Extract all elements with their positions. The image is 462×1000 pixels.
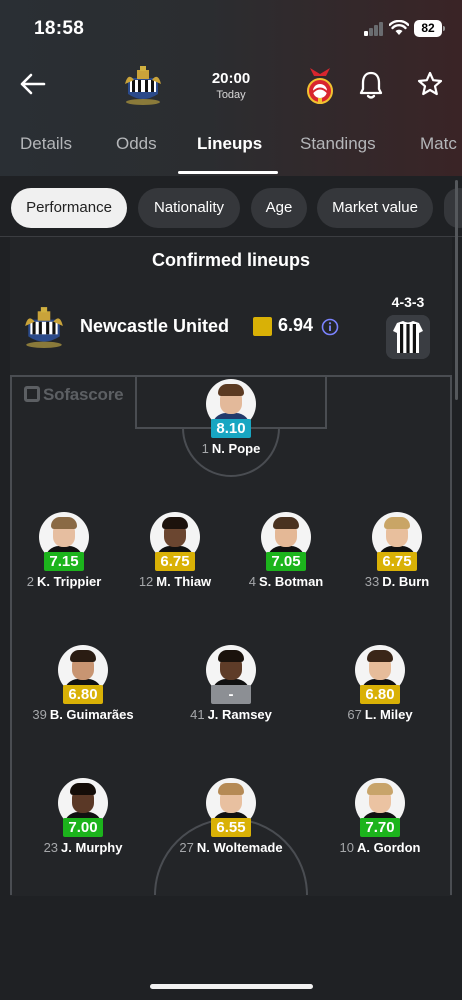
match-day-label: Today [216, 89, 246, 101]
team-rating-swatch [253, 317, 272, 336]
status-time: 18:58 [34, 18, 85, 39]
player-card[interactable]: 6.80 67 L. Miley [325, 645, 435, 729]
player-card[interactable]: 6.55 27 N. Woltemade [176, 778, 286, 862]
back-arrow-icon[interactable] [18, 70, 46, 98]
chip-performance[interactable]: Performance [11, 188, 127, 228]
formation-label: 4-3-3 [391, 294, 425, 310]
away-team-crest-icon[interactable] [302, 64, 338, 106]
player-rating: 6.75 [155, 552, 195, 571]
chip-nationality[interactable]: Nationality [138, 188, 240, 228]
team-average-rating: 6.94 [278, 315, 314, 335]
info-icon[interactable] [321, 318, 339, 336]
match-kickoff-time: 20:00 [211, 70, 251, 87]
player-rating: 7.15 [44, 552, 84, 571]
player-rating: 7.00 [63, 818, 103, 837]
tab-standings[interactable]: Standings [300, 134, 376, 154]
player-name: 23 J. Murphy [43, 840, 123, 855]
player-rating: 6.80 [360, 685, 400, 704]
player-rating: - [211, 685, 251, 704]
player-card[interactable]: 7.00 23 J. Murphy [28, 778, 138, 862]
home-indicator[interactable] [150, 984, 313, 989]
player-rating: 7.05 [266, 552, 306, 571]
battery-indicator: 82 [414, 20, 445, 37]
scrollbar[interactable] [455, 180, 458, 400]
player-name: 33 D. Burn [364, 574, 430, 589]
tab-matches[interactable]: Matc [420, 134, 457, 154]
team-name[interactable]: Newcastle United [80, 316, 229, 337]
team-kit-icon[interactable] [386, 315, 430, 359]
active-tab-indicator [178, 171, 278, 174]
tab-details[interactable]: Details [20, 134, 72, 154]
player-name: 10 A. Gordon [339, 840, 421, 855]
player-rating: 6.55 [211, 818, 251, 837]
notification-bell-icon[interactable] [358, 70, 384, 100]
cellular-signal-icon [364, 22, 384, 36]
player-rating: 7.70 [360, 818, 400, 837]
home-team-crest-icon[interactable] [122, 64, 164, 106]
player-name: 67 L. Miley [347, 707, 413, 722]
player-card[interactable]: 8.10 1 N. Pope [176, 379, 286, 463]
player-name: 27 N. Woltemade [179, 840, 283, 855]
chip-more[interactable] [444, 188, 462, 228]
favorite-star-icon[interactable] [416, 70, 444, 98]
sofascore-watermark: Sofascore [24, 385, 124, 407]
player-rating: 6.80 [63, 685, 103, 704]
tab-lineups[interactable]: Lineups [197, 134, 262, 154]
player-card[interactable]: 7.70 10 A. Gordon [325, 778, 435, 862]
filter-chips: Performance Nationality Age Market value [0, 186, 462, 230]
tab-odds[interactable]: Odds [116, 134, 157, 154]
player-name: 1 N. Pope [201, 441, 261, 456]
chip-market-value[interactable]: Market value [317, 188, 433, 228]
team-crest-icon [25, 307, 63, 348]
lineups-title: Confirmed lineups [151, 250, 310, 270]
wifi-icon [389, 20, 409, 35]
player-rating: 6.75 [377, 552, 417, 571]
chip-age[interactable]: Age [251, 188, 307, 228]
player-card[interactable]: 6.75 33 D. Burn [342, 512, 452, 596]
player-rating: 8.10 [211, 419, 251, 438]
player-name: 41 J. Ramsey [190, 707, 272, 722]
player-name: 39 B. Guimarães [32, 707, 134, 722]
tab-bar: Details Odds Lineups Standings Matc [0, 128, 462, 174]
player-card[interactable]: 6.80 39 B. Guimarães [28, 645, 138, 729]
player-card[interactable]: - 41 J. Ramsey [176, 645, 286, 729]
